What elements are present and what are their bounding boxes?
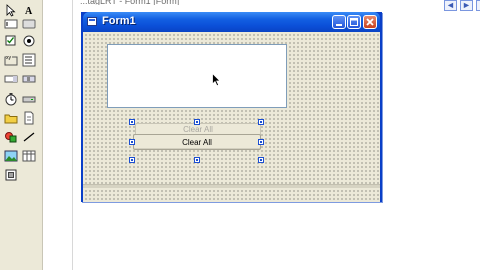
designer-tab-controls: ◄ ► × bbox=[444, 0, 480, 11]
groupbox-icon[interactable]: xy bbox=[4, 53, 18, 67]
form-icon bbox=[87, 17, 97, 26]
scrollbar-icon[interactable] bbox=[22, 72, 36, 86]
selection-handle[interactable] bbox=[129, 157, 135, 163]
combobox-icon[interactable] bbox=[4, 72, 18, 86]
selection-handle[interactable] bbox=[194, 119, 200, 125]
folder-icon[interactable] bbox=[4, 111, 18, 125]
designer-divider bbox=[72, 0, 73, 270]
designer-window-title: ...tagLRT - Form1 [Form] bbox=[80, 0, 180, 5]
listbox-icon[interactable] bbox=[22, 53, 36, 67]
text1-textbox[interactable] bbox=[107, 44, 287, 108]
close-designer-button[interactable]: × bbox=[476, 0, 480, 11]
toolbox-panel: A xy bbox=[0, 0, 43, 270]
ole-icon[interactable] bbox=[4, 168, 18, 182]
file-list-icon[interactable] bbox=[22, 111, 36, 125]
selection-handle[interactable] bbox=[194, 157, 200, 163]
timer-icon[interactable] bbox=[4, 92, 18, 106]
selection-handle[interactable] bbox=[258, 157, 264, 163]
form1-client-area[interactable]: Clear All Clear All bbox=[83, 32, 380, 202]
pointer-icon[interactable] bbox=[4, 3, 18, 17]
svg-text:A: A bbox=[25, 6, 33, 17]
form-title: Form1 bbox=[102, 15, 136, 27]
selection-handle[interactable] bbox=[129, 119, 135, 125]
svg-text:xy: xy bbox=[6, 55, 12, 61]
maximize-button[interactable] bbox=[347, 15, 361, 29]
radio-button-icon[interactable] bbox=[22, 34, 36, 48]
drive-list-icon[interactable] bbox=[22, 92, 36, 106]
clear-all-button[interactable]: Clear All bbox=[133, 134, 261, 150]
form-bottom-strip bbox=[83, 184, 380, 188]
selection-handle[interactable] bbox=[129, 139, 135, 145]
form1-titlebar[interactable]: Form1 bbox=[83, 12, 380, 32]
minimize-button[interactable] bbox=[332, 15, 346, 29]
tab-scroll-right-button[interactable]: ► bbox=[460, 0, 473, 11]
line-icon[interactable] bbox=[22, 130, 36, 144]
form1-window[interactable]: Form1 Clear All Clear All bbox=[81, 12, 382, 202]
selection-handle[interactable] bbox=[258, 139, 264, 145]
maximize-icon bbox=[350, 18, 358, 26]
data-icon[interactable] bbox=[22, 149, 36, 163]
close-button[interactable] bbox=[363, 15, 377, 29]
close-icon bbox=[366, 18, 374, 26]
textbox-icon[interactable] bbox=[4, 17, 18, 31]
button-icon[interactable] bbox=[22, 17, 36, 31]
mouse-cursor-icon bbox=[212, 73, 221, 87]
label-icon[interactable]: A bbox=[22, 3, 36, 17]
tab-scroll-left-button[interactable]: ◄ bbox=[444, 0, 457, 11]
checkbox-icon[interactable] bbox=[4, 34, 18, 48]
shape-icon[interactable] bbox=[4, 130, 18, 144]
selection-handle[interactable] bbox=[258, 119, 264, 125]
minimize-icon bbox=[336, 24, 342, 26]
image-icon[interactable] bbox=[4, 149, 18, 163]
